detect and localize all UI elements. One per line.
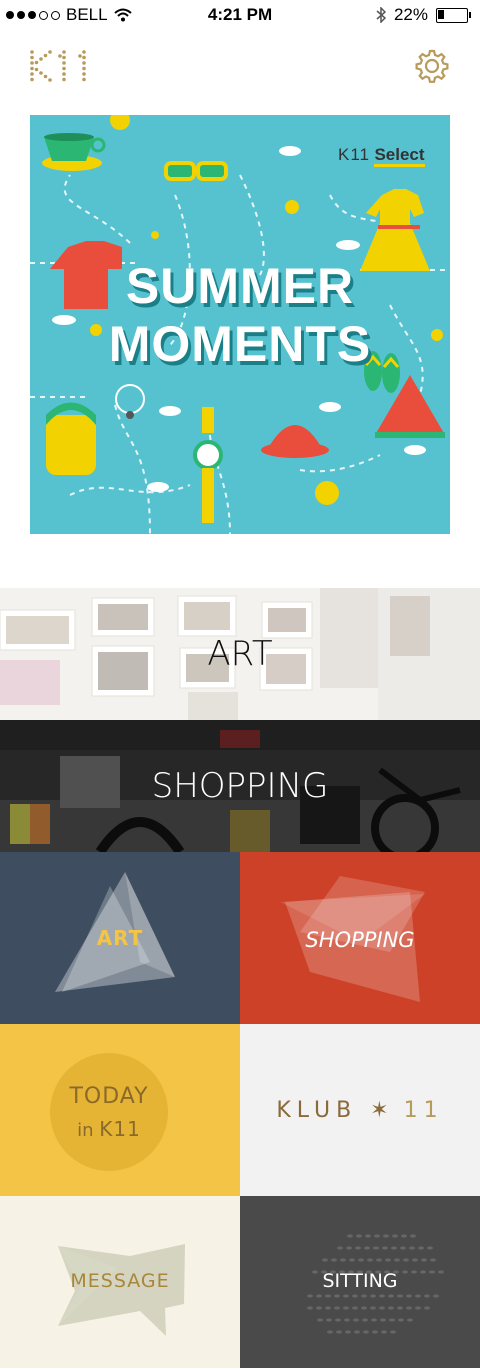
today-circle-graphic [50, 1053, 168, 1171]
gear-icon [415, 49, 449, 83]
message-tile[interactable]: MESSAGE [0, 1196, 240, 1368]
bluetooth-icon [376, 7, 386, 23]
art-tile[interactable]: ART [0, 852, 240, 1024]
shopping-tile[interactable]: SHOPPING [240, 852, 480, 1024]
k11-logo-mark [30, 50, 86, 82]
battery-icon [436, 7, 471, 23]
shopping-section-row[interactable]: SHOPPING [0, 720, 480, 852]
k11-logo[interactable] [28, 48, 98, 84]
banner-title-line1: SUMMER [125, 258, 355, 314]
shopping-tile-label: SHOPPING [305, 928, 415, 952]
klub-star-icon: ✶ [370, 1098, 391, 1123]
sitting-tile-label: SITTING [322, 1270, 398, 1292]
art-section-label: ART [207, 634, 273, 674]
art-section-row[interactable]: ART [0, 588, 480, 720]
k11-select-brand: K11 Select [338, 145, 425, 167]
sitting-tile[interactable]: SITTING [240, 1196, 480, 1368]
klub-number: 11 [403, 1098, 444, 1123]
today-in-k11-tile[interactable]: TODAY in K11 [0, 1024, 240, 1196]
settings-button[interactable] [414, 48, 450, 84]
battery-percent: 22% [393, 5, 428, 24]
today-tile-title: TODAY [69, 1084, 149, 1109]
klub-11-tile[interactable]: KLUB ✶ 11 [240, 1024, 480, 1196]
brand-prefix: K11 [338, 145, 370, 164]
message-tile-label: MESSAGE [70, 1270, 170, 1292]
battery-group: 22% [376, 5, 471, 25]
today-tile-subtitle: in K11 [0, 1117, 218, 1141]
status-bar: BELL 4:21 PM 22% [0, 0, 480, 30]
klub-11-logo: KLUB ✶ 11 [240, 1098, 480, 1123]
banner-title-line2: MOMENTS [108, 316, 372, 372]
klub-word: KLUB [276, 1098, 358, 1123]
today-tile-brand: K11 [99, 1117, 141, 1141]
shopping-section-label: SHOPPING [151, 766, 329, 806]
promo-banner[interactable]: K11 Select SUMMER MOMENTS [30, 115, 450, 534]
today-tile-in: in [77, 1120, 94, 1141]
art-tile-label: ART [96, 926, 144, 950]
brand-name: Select [374, 145, 425, 167]
